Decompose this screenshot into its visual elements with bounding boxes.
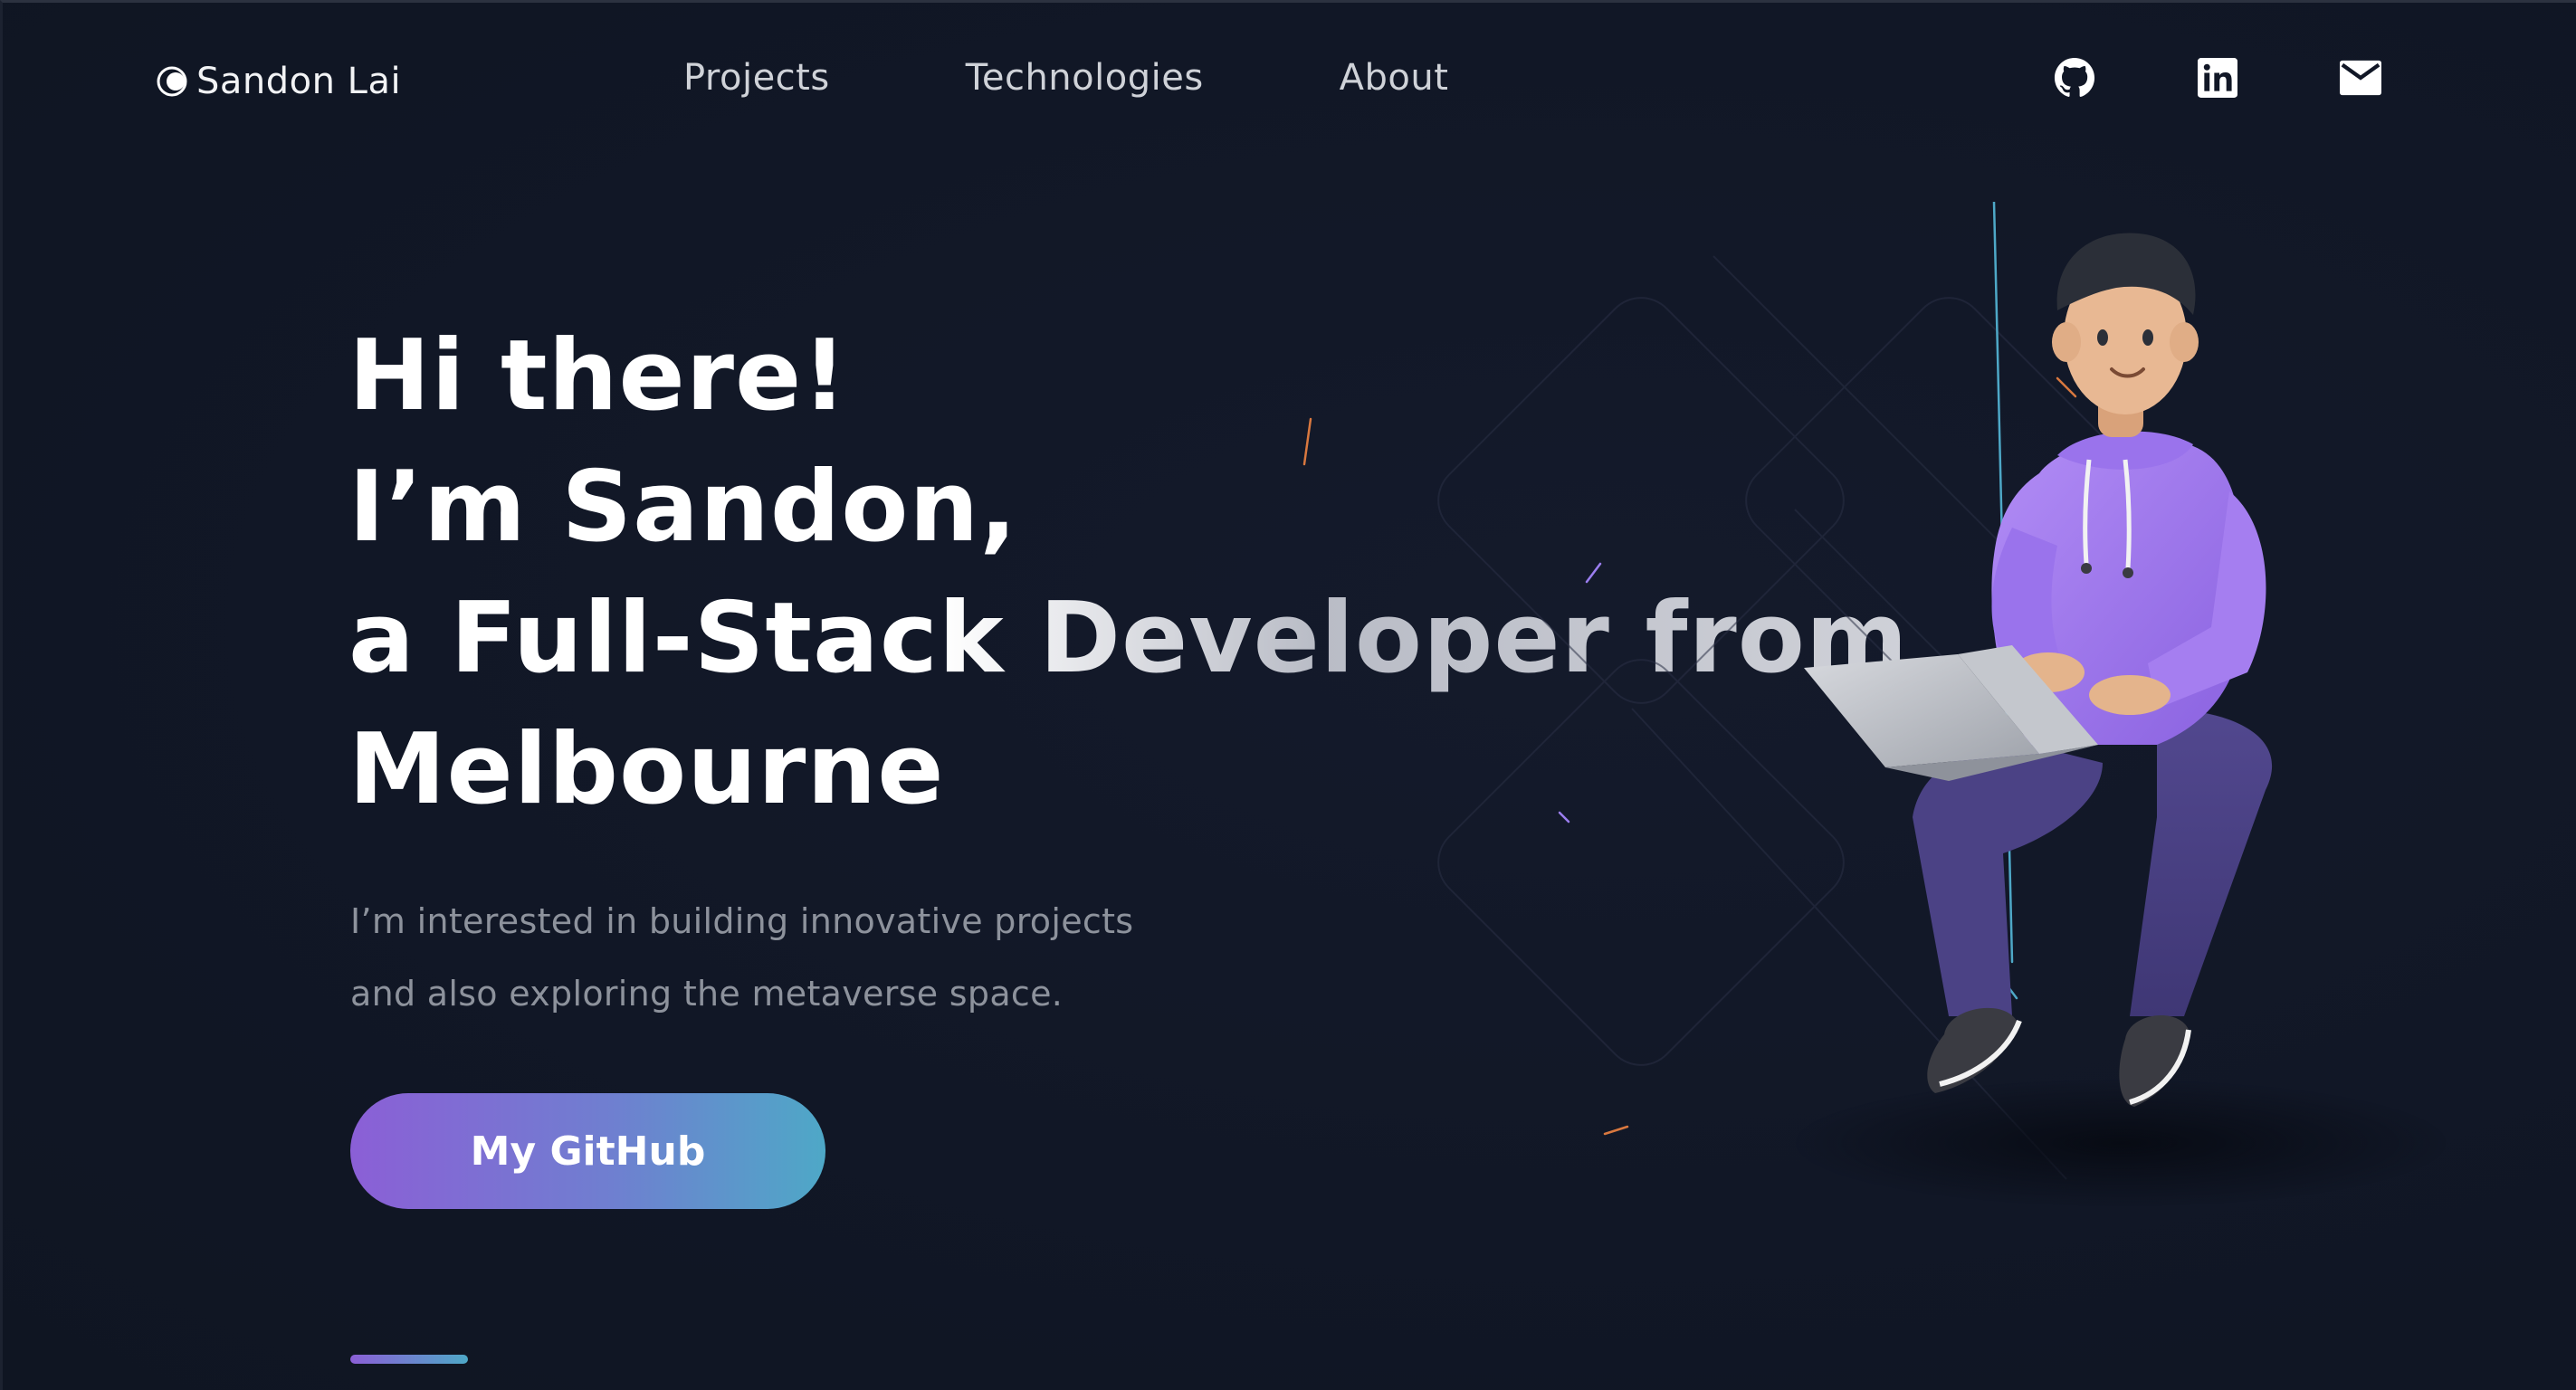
nav-link-projects[interactable]: Projects bbox=[683, 57, 830, 99]
nav-link-technologies[interactable]: Technologies bbox=[966, 57, 1204, 99]
page-frame: Sandon Lai Projects Technologies About H… bbox=[0, 0, 2576, 1390]
hero-subtitle-line-2: and also exploring the metaverse space. bbox=[350, 974, 1064, 1014]
email-link[interactable] bbox=[2340, 57, 2381, 99]
brand-name: Sandon Lai bbox=[196, 61, 402, 102]
linkedin-link[interactable] bbox=[2197, 57, 2238, 99]
hero-subtitle-line-1: I’m interested in building innovative pr… bbox=[350, 901, 1134, 941]
mail-icon bbox=[2340, 60, 2381, 96]
github-link[interactable] bbox=[2054, 57, 2095, 99]
brand-link[interactable]: Sandon Lai bbox=[157, 61, 401, 102]
crescent-logo-icon bbox=[157, 66, 187, 97]
nav-link-about[interactable]: About bbox=[1340, 57, 1449, 99]
developer-illustration bbox=[1302, 202, 2447, 1206]
scroll-indicator-bar bbox=[350, 1355, 468, 1364]
developer-character bbox=[1804, 233, 2273, 1107]
linkedin-icon bbox=[2198, 58, 2237, 98]
my-github-button[interactable]: My GitHub bbox=[350, 1093, 825, 1209]
github-icon bbox=[2054, 57, 2095, 97]
social-links bbox=[2054, 57, 2381, 99]
floor-shadow bbox=[1795, 1080, 2447, 1206]
hero-subtitle: I’m interested in building innovative pr… bbox=[350, 885, 1133, 1030]
main-nav: Projects Technologies About bbox=[683, 57, 1448, 99]
